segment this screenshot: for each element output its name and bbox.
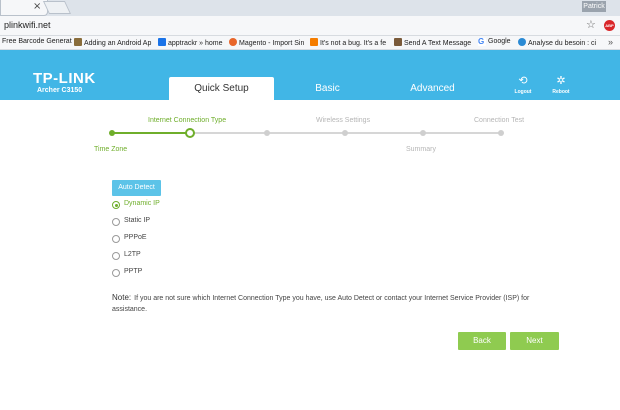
back-button[interactable]: Back	[458, 332, 506, 350]
bookmark-item[interactable]: Free Barcode Generat	[2, 38, 72, 45]
reboot-icon: ✲	[556, 74, 566, 87]
tab-quick-setup[interactable]: Quick Setup	[169, 77, 274, 100]
url-text[interactable]: plinkwifi.net	[4, 20, 51, 30]
bookmark-item[interactable]: It's not a bug. It's a fe	[310, 38, 386, 47]
tab-advanced[interactable]: Advanced	[390, 77, 475, 100]
brand-logo: TP-LINK	[33, 70, 96, 87]
logout-button[interactable]: ⟲ Logout	[508, 74, 538, 96]
step-label-time-zone: Time Zone	[94, 146, 128, 153]
more-bookmarks-icon[interactable]: »	[608, 37, 613, 47]
radio-button[interactable]	[112, 235, 120, 243]
grid-icon	[158, 38, 166, 46]
progress-track-done	[112, 132, 190, 134]
step-dot-wireless-settings	[342, 130, 348, 136]
step-label-connection-test: Connection Test	[474, 117, 525, 124]
step-dot	[264, 130, 270, 136]
bookmark-item[interactable]: apptrackr » home	[158, 38, 222, 47]
logout-icon: ⟲	[518, 74, 528, 87]
radio-button[interactable]	[112, 201, 120, 209]
note-label: Note:	[112, 293, 132, 302]
new-tab-button[interactable]	[42, 1, 72, 14]
step-label-internet-connection-type: Internet Connection Type	[148, 117, 227, 124]
note-text: If you are not sure which Internet Conne…	[112, 295, 530, 313]
bookmark-star-icon[interactable]: ☆	[586, 18, 596, 31]
profile-badge[interactable]: Patrick	[582, 1, 606, 12]
help-note: Note: If you are not sure which Internet …	[112, 292, 532, 315]
step-dot-connection-test	[498, 130, 504, 136]
browser-tab-strip: × Patrick	[0, 0, 620, 16]
adblock-extension-icon[interactable]: ABP	[604, 20, 615, 31]
step-dot-time-zone	[109, 130, 115, 136]
bookmarks-bar: Free Barcode Generat Adding an Android A…	[0, 36, 620, 50]
google-icon: G	[478, 37, 486, 46]
reboot-button[interactable]: ✲ Reboot	[546, 74, 576, 96]
bookmark-item[interactable]: G Google	[478, 38, 511, 46]
tab-basic[interactable]: Basic	[285, 77, 370, 100]
bookmark-item[interactable]: Magento - Import Sin	[229, 38, 304, 47]
auto-detect-button[interactable]: Auto Detect	[112, 180, 161, 196]
model-name: Archer C3150	[37, 87, 83, 94]
bookmark-item[interactable]: Send A Text Message	[394, 38, 471, 47]
next-button[interactable]: Next	[510, 332, 559, 350]
message-icon	[394, 38, 402, 46]
bookmark-item[interactable]: Analyse du besoin : ci	[518, 38, 596, 47]
step-dot-summary	[420, 130, 426, 136]
router-header: TP-LINK Archer C3150 Quick Setup Basic A…	[0, 50, 620, 100]
android-icon	[74, 38, 82, 46]
browser-tab[interactable]: ×	[0, 0, 48, 16]
analysis-icon	[518, 38, 526, 46]
radio-button[interactable]	[112, 252, 120, 260]
blogger-icon	[310, 38, 318, 46]
step-label-wireless-settings: Wireless Settings	[316, 117, 371, 124]
close-tab-icon[interactable]: ×	[33, 1, 41, 12]
radio-button[interactable]	[112, 269, 120, 277]
radio-button[interactable]	[112, 218, 120, 226]
address-bar[interactable]: plinkwifi.net ☆ ABP	[0, 16, 620, 36]
step-dot-internet-connection-type	[185, 128, 195, 138]
step-label-summary: Summary	[406, 146, 436, 153]
magento-icon	[229, 38, 237, 46]
bookmark-item[interactable]: Adding an Android Ap	[74, 38, 151, 47]
